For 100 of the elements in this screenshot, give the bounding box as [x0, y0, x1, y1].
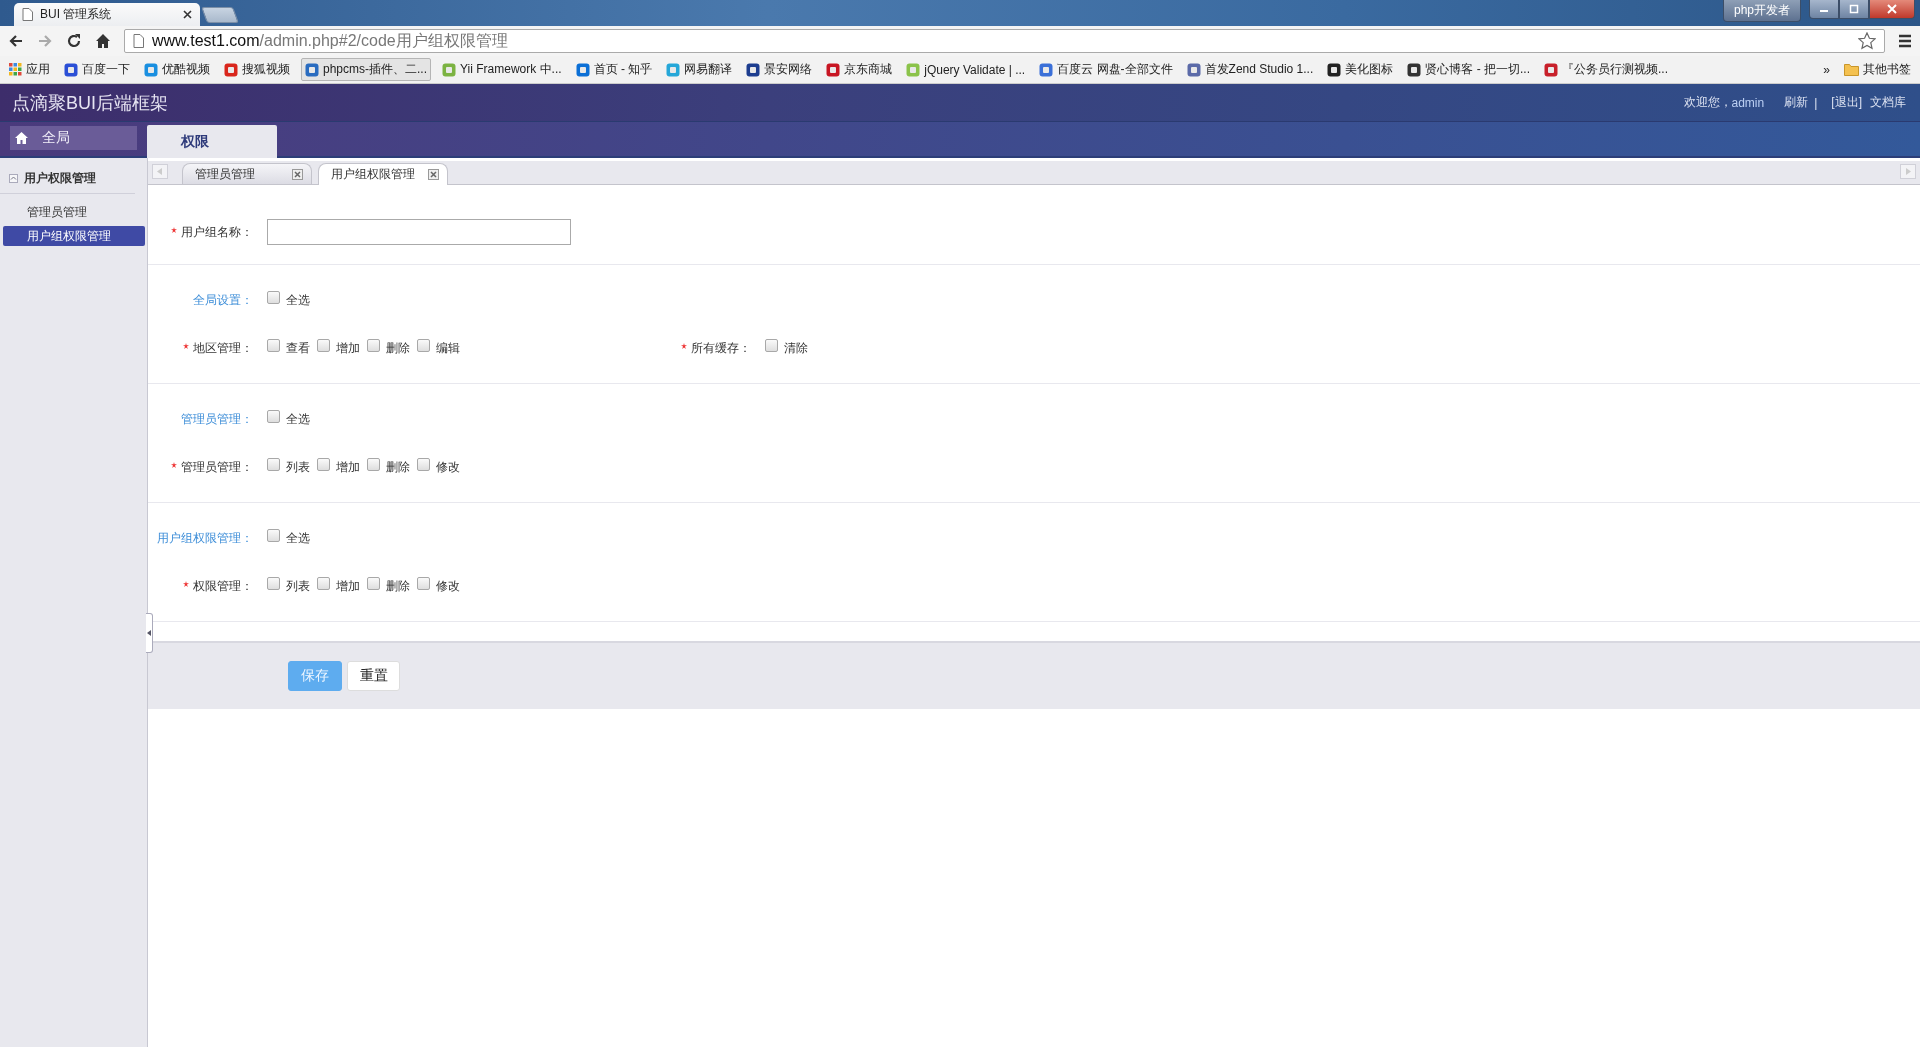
page-icon [22, 8, 33, 21]
bookmark[interactable]: 应用 [6, 59, 53, 80]
checkbox[interactable] [267, 458, 280, 471]
maximize-button[interactable] [1839, 0, 1869, 19]
home-icon[interactable] [95, 33, 111, 49]
back-icon[interactable] [8, 33, 24, 49]
checkbox[interactable] [367, 339, 380, 352]
app-title: 点滴聚BUI后端框架 [12, 91, 168, 115]
checkbox[interactable] [765, 339, 778, 352]
overflow-chevron[interactable]: » [1820, 60, 1833, 79]
close-icon [1887, 4, 1897, 14]
maximize-icon [1849, 4, 1859, 14]
user-name: admin [1731, 95, 1765, 110]
field-label: 管理员管理： [181, 458, 253, 476]
caret-left-icon [157, 168, 163, 175]
option-label: 列表 [286, 458, 310, 476]
option-label: 修改 [436, 458, 460, 476]
minimize-button[interactable] [1809, 0, 1839, 19]
tab-label: 用户组权限管理 [331, 166, 415, 183]
apps-grid-icon [9, 63, 22, 76]
bookmark[interactable]: phpcms-插件、二... [301, 58, 431, 81]
tab-label: 管理员管理 [195, 165, 255, 183]
caret-right-icon [1905, 168, 1911, 175]
tab-title: BUI 管理系统 [40, 6, 112, 23]
checkbox[interactable] [267, 410, 280, 423]
address-bar[interactable]: www.test1.com/admin.php#2/code用户组权限管理 [124, 29, 1885, 53]
bookmark[interactable]: 百度云 网盘-全部文件 [1036, 59, 1176, 80]
checkbox[interactable] [417, 339, 430, 352]
collapse-handle[interactable] [146, 613, 153, 653]
checkbox[interactable] [267, 339, 280, 352]
forward-icon[interactable] [37, 33, 53, 49]
header-link[interactable]: 刷新 [1784, 94, 1809, 111]
nav-tab[interactable]: 全局 [10, 126, 137, 150]
option-label: 增加 [336, 339, 360, 357]
option-label: 列表 [286, 577, 310, 595]
checkbox[interactable] [267, 577, 280, 590]
bookmark[interactable]: 优酷视频 [141, 59, 213, 80]
close-button[interactable] [1869, 0, 1915, 19]
bookmark[interactable]: 百度一下 [61, 59, 133, 80]
star-icon[interactable] [1858, 32, 1876, 50]
bookmark[interactable]: 『公务员行测视频... [1540, 59, 1671, 80]
section-title: 管理员管理： [181, 410, 253, 428]
bookmark[interactable]: 贤心博客 - 把一切... [1404, 59, 1533, 80]
collapse-icon[interactable] [9, 174, 18, 183]
checkbox[interactable] [267, 291, 280, 304]
browser-tab[interactable]: BUI 管理系统 [14, 3, 200, 26]
option-label: 查看 [286, 339, 310, 357]
header-link[interactable]: 文档库 [1870, 94, 1906, 111]
bookmark[interactable]: 美化图标 [1324, 59, 1397, 80]
bookmark[interactable]: 京东商城 [823, 59, 896, 80]
bookmark[interactable]: 网易翻译 [663, 59, 736, 80]
scroll-right-button[interactable] [1900, 164, 1916, 179]
close-icon[interactable] [183, 10, 192, 19]
option-label: 全选 [286, 410, 310, 428]
checkbox[interactable] [417, 458, 430, 471]
separator-text: | [1814, 95, 1818, 110]
sidebar-group-title[interactable]: 用户权限管理 [24, 170, 96, 187]
page-icon [133, 34, 144, 48]
bookmark[interactable]: jQuery Validate | ... [903, 60, 1029, 79]
profile-badge[interactable]: php开发者 [1722, 0, 1801, 22]
checkbox[interactable] [417, 577, 430, 590]
header-link[interactable]: [退出] [1831, 94, 1862, 111]
field-label: 权限管理： [193, 577, 253, 595]
bookmark-folder[interactable]: 其他书签 [1841, 59, 1914, 80]
bookmark[interactable]: 搜狐视频 [221, 59, 293, 80]
checkbox[interactable] [367, 458, 380, 471]
reset-button[interactable]: 重置 [347, 661, 400, 691]
nav-tab[interactable]: 权限 [147, 125, 277, 158]
bookmark[interactable]: 首发Zend Studio 1... [1183, 59, 1317, 80]
option-label: 增加 [336, 458, 360, 476]
group-name-input[interactable] [267, 219, 571, 245]
field-label: 所有缓存： [691, 339, 751, 357]
reload-icon[interactable] [66, 33, 82, 49]
scroll-left-button[interactable] [152, 164, 168, 179]
checkbox[interactable] [317, 339, 330, 352]
page-tab[interactable]: 管理员管理 [182, 163, 312, 184]
new-tab-button[interactable] [201, 7, 239, 23]
menu-icon[interactable] [1898, 34, 1912, 48]
checkbox[interactable] [317, 458, 330, 471]
page-tab[interactable]: 用户组权限管理 [318, 163, 448, 185]
bookmark[interactable]: 景安网络 [743, 59, 816, 80]
option-label: 全选 [286, 529, 310, 547]
option-label: 删除 [386, 577, 410, 595]
checkbox[interactable] [267, 529, 280, 542]
folder-icon [1844, 63, 1859, 76]
option-label: 增加 [336, 577, 360, 595]
sidebar-item[interactable]: 用户组权限管理 [3, 226, 145, 246]
bookmark[interactable]: Yii Framework 中... [439, 59, 565, 80]
option-label: 修改 [436, 577, 460, 595]
option-label: 清除 [784, 339, 808, 357]
checkbox[interactable] [367, 577, 380, 590]
bookmark[interactable]: 首页 - 知乎 [572, 59, 656, 80]
checkbox[interactable] [317, 577, 330, 590]
sidebar-item[interactable]: 管理员管理 [3, 202, 145, 222]
close-icon[interactable] [292, 168, 303, 180]
section-title: 全局设置： [193, 291, 253, 309]
welcome-text: 欢迎您， [1683, 94, 1732, 111]
field-label: 地区管理： [193, 339, 253, 357]
section-title: 用户组权限管理： [157, 529, 253, 547]
option-label: 删除 [386, 458, 410, 476]
